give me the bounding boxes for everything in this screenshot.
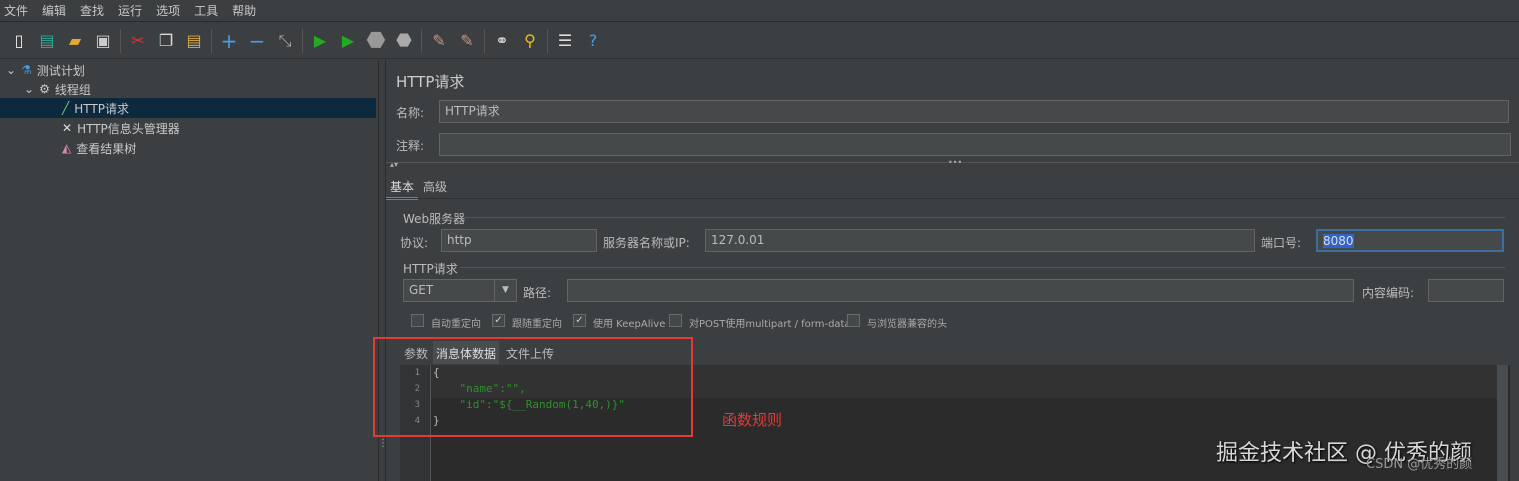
chart-icon: ◭ [62,141,72,155]
tools-icon: ✕ [62,121,73,135]
multipart-checkbox[interactable] [669,314,682,327]
protocol-label: 协议: [400,236,429,250]
drag-handle-icon[interactable]: ⋮ [378,438,388,449]
port-input[interactable]: 8080 [1316,229,1504,252]
help-icon[interactable]: ? [582,30,604,52]
reset-search-icon[interactable]: ⚲ [519,30,541,52]
name-input[interactable]: HTTP请求 [439,100,1509,123]
comment-input[interactable] [439,133,1511,156]
clear-all-icon[interactable]: ✎ [456,30,478,52]
tab-advanced[interactable]: 高级 [423,178,447,195]
paste-icon[interactable]: ▤ [183,30,205,52]
editor-scrollbar[interactable] [1497,365,1508,481]
tab-basic[interactable]: 基本 [386,176,419,200]
chevron-down-icon[interactable]: ⌄ [24,82,34,96]
save-icon[interactable]: ▣ [92,30,114,52]
browser-headers-checkbox[interactable] [847,314,860,327]
pipette-icon: ╱ [62,101,70,115]
start-icon[interactable]: ▶ [309,30,331,52]
function-helper-icon[interactable]: ☰ [554,30,576,52]
browser-headers-label: 与浏览器兼容的头 [867,319,947,330]
watermark-csdn: CSDN @优秀的颜 [1366,457,1473,472]
server-input[interactable]: 127.0.01 [705,229,1255,252]
toggle-icon[interactable]: ⤡ [274,30,296,52]
tree-item-thread-group[interactable]: ⌄ ⚙ 线程组 [24,79,91,99]
test-plan-tree: ⌄ ⚗ 测试计划 ⌄ ⚙ 线程组 ╱ HTTP请求 ✕ HTTP信息头管理器 ◭ 查看结果树 [0,60,378,481]
expand-icon[interactable]: + [218,29,240,53]
annotation-label: 函数规则 [722,411,783,429]
collapse-icon[interactable]: − [246,29,268,53]
start-no-pause-icon[interactable]: ▶ [337,30,359,52]
port-label: 端口号: [1261,236,1302,250]
menu-search[interactable]: 查找 [80,2,104,19]
shutdown-icon[interactable]: ⬣ [393,30,415,52]
keepalive-checkbox[interactable]: ✓ [573,314,586,327]
stop-icon[interactable]: ⬣ [365,28,387,53]
encoding-input[interactable] [1428,279,1504,302]
search-icon[interactable]: ⚭ [491,30,513,52]
web-server-legend: Web服务器 [403,212,466,226]
flask-icon: ⚗ [21,63,32,77]
gear-icon: ⚙ [39,82,50,96]
cut-icon[interactable]: ✂ [127,30,149,52]
server-label: 服务器名称或IP: [603,236,690,250]
menu-tools[interactable]: 工具 [194,2,218,19]
copy-icon[interactable]: ❐ [155,30,177,52]
menu-help[interactable]: 帮助 [232,2,256,19]
path-label: 路径: [523,286,552,300]
menu-file[interactable]: 文件 [4,2,28,19]
clear-icon[interactable]: ✎ [428,30,450,52]
tree-item-test-plan[interactable]: ⌄ ⚗ 测试计划 [6,60,85,80]
new-icon[interactable]: ▯ [8,30,30,52]
tree-item-http-request[interactable]: ╱ HTTP请求 [0,98,376,118]
menu-edit[interactable]: 编辑 [42,2,66,19]
multipart-label: 对POST使用multipart / form-data [689,319,851,330]
toolbar: ▯ ▤ ▰ ▣ ✂ ❐ ▤ + − ⤡ ▶ ▶ ⬣ ⬣ ✎ ✎ ⚭ ⚲ ☰ ? [0,23,1519,59]
name-label: 名称: [396,106,425,120]
menu-options[interactable]: 选项 [156,2,180,19]
follow-redirect-label: 跟随重定向 [512,319,562,330]
protocol-input[interactable]: http [441,229,597,252]
page-title: HTTP请求 [396,73,465,91]
method-select[interactable]: GET ▼ [403,279,517,302]
follow-redirect-checkbox[interactable]: ✓ [492,314,505,327]
keepalive-label: 使用 KeepAlive [593,319,666,330]
chevron-down-icon: ▼ [494,280,516,301]
auto-redirect-label: 自动重定向 [431,319,481,330]
open-icon[interactable]: ▰ [64,30,86,52]
menu-bar: 文件 编辑 查找 运行 选项 工具 帮助 [0,0,1519,22]
splitter[interactable]: ▴▾ ••• [386,158,1519,169]
tree-item-results-tree[interactable]: ◭ 查看结果树 [62,138,136,158]
path-input[interactable] [567,279,1354,302]
tree-item-header-manager[interactable]: ✕ HTTP信息头管理器 [62,118,180,138]
templates-icon[interactable]: ▤ [36,30,58,52]
menu-run[interactable]: 运行 [118,2,142,19]
encoding-label: 内容编码: [1362,286,1415,300]
chevron-down-icon[interactable]: ⌄ [6,63,16,77]
highlight-box [373,337,693,437]
auto-redirect-checkbox[interactable] [411,314,424,327]
http-request-legend: HTTP请求 [403,262,458,276]
comment-label: 注释: [396,139,425,153]
